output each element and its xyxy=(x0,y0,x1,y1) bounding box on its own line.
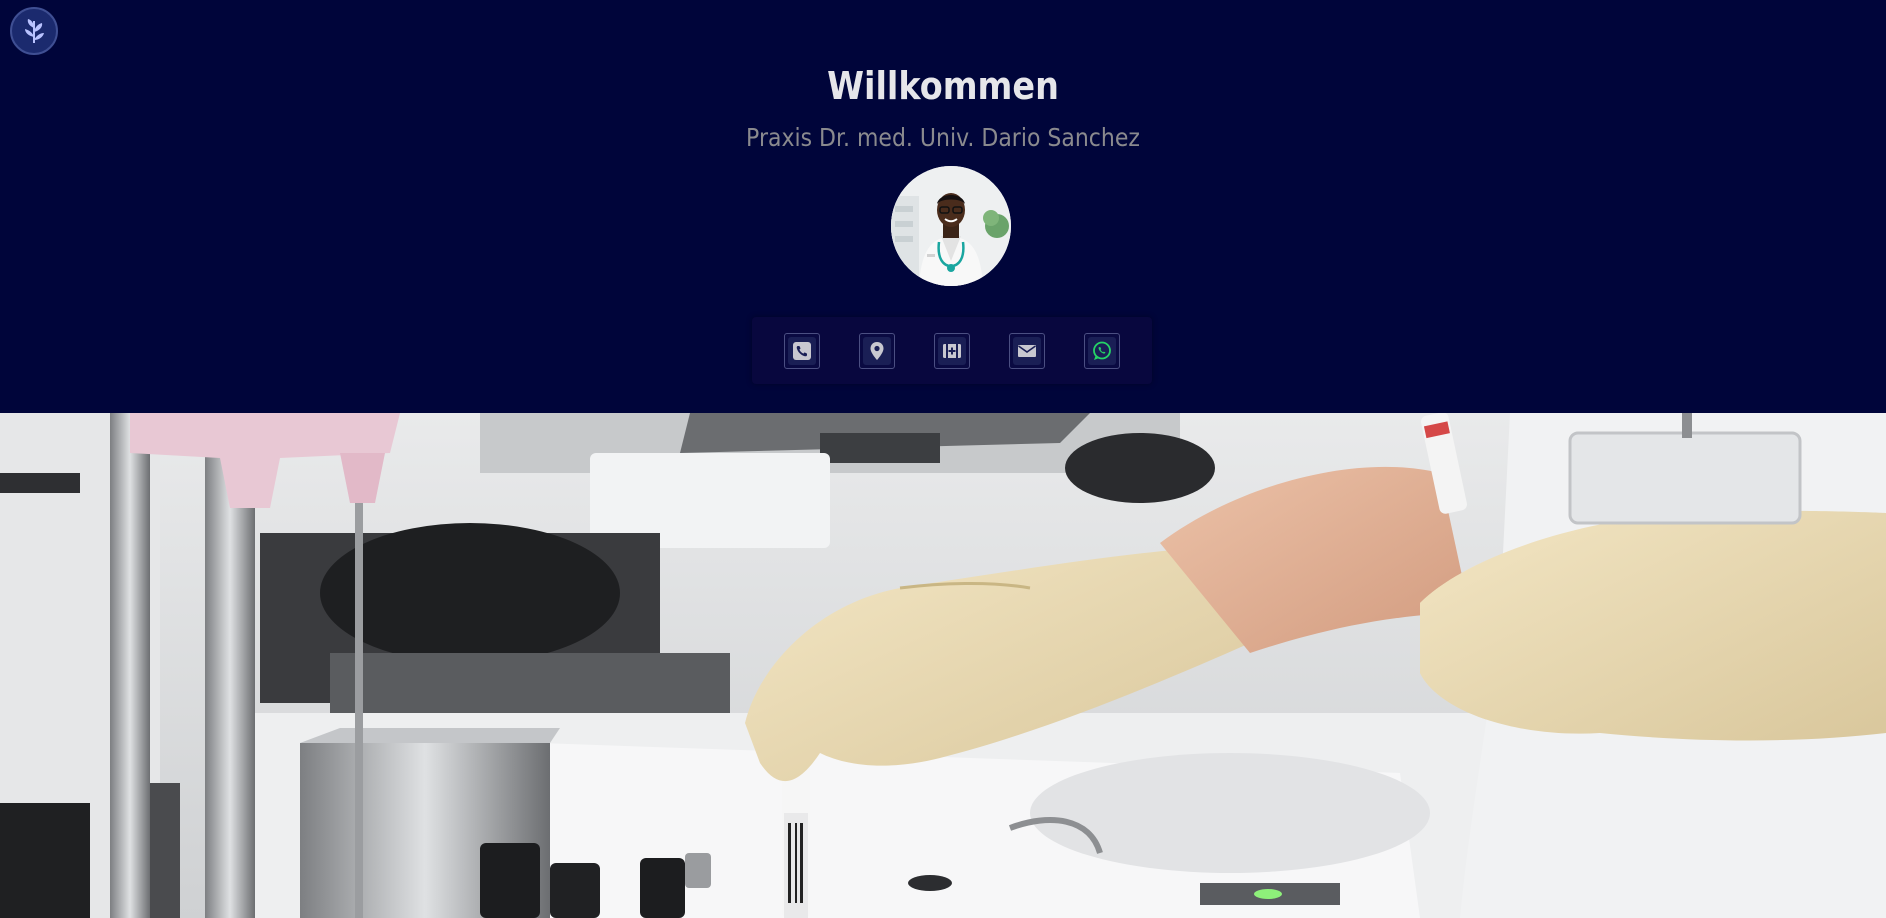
doctor-portrait-image xyxy=(891,166,1011,286)
phone-icon xyxy=(792,341,811,360)
practice-logo[interactable] xyxy=(10,7,58,55)
medical-kit-icon xyxy=(942,343,961,358)
laboratory-scene-image xyxy=(0,413,1886,918)
phone-button[interactable] xyxy=(783,332,820,369)
whatsapp-button[interactable] xyxy=(1084,332,1121,369)
envelope-icon xyxy=(1018,344,1037,357)
medical-booking-button[interactable] xyxy=(933,332,970,369)
page-title: Willkommen xyxy=(827,64,1059,108)
site-header: Willkommen Praxis Dr. med. Univ. Dario S… xyxy=(0,0,1886,413)
whatsapp-icon xyxy=(1093,341,1112,360)
doctor-avatar xyxy=(891,166,1011,286)
location-button[interactable] xyxy=(858,332,895,369)
email-button[interactable] xyxy=(1009,332,1046,369)
page-subtitle: Praxis Dr. med. Univ. Dario Sanchez xyxy=(746,123,1140,152)
social-links-bar xyxy=(752,317,1152,384)
map-pin-icon xyxy=(870,341,884,360)
leaf-branch-icon xyxy=(25,19,44,43)
hero-image xyxy=(0,413,1886,918)
